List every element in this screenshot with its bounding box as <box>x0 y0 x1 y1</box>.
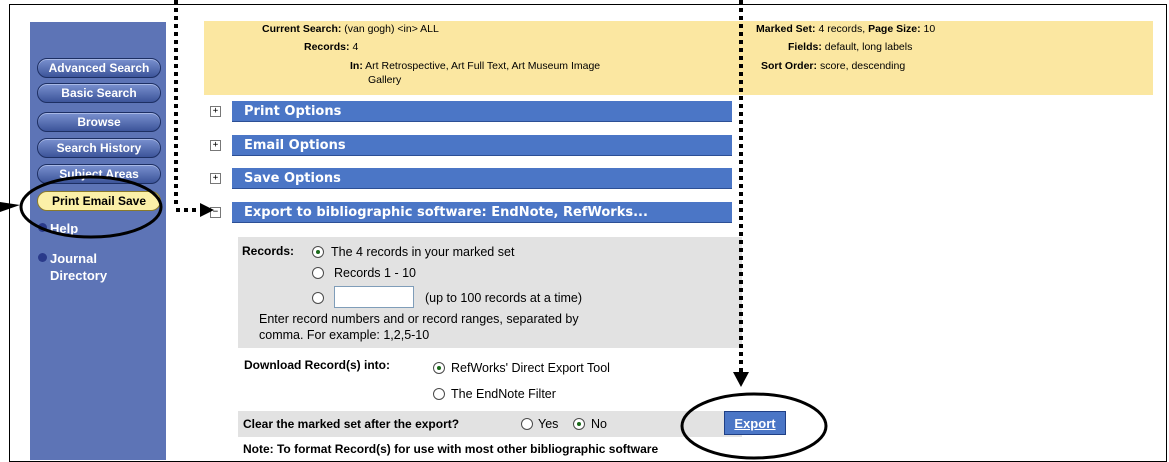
dotted-arrow-export <box>174 0 200 212</box>
arrow-head-icon <box>200 203 214 217</box>
arrow-head-icon <box>733 372 749 387</box>
annotation-overlay <box>0 0 828 460</box>
arrow-head-icon <box>0 202 20 212</box>
highlight-circle-sidebar <box>19 175 163 239</box>
highlight-circle-export <box>680 392 828 460</box>
